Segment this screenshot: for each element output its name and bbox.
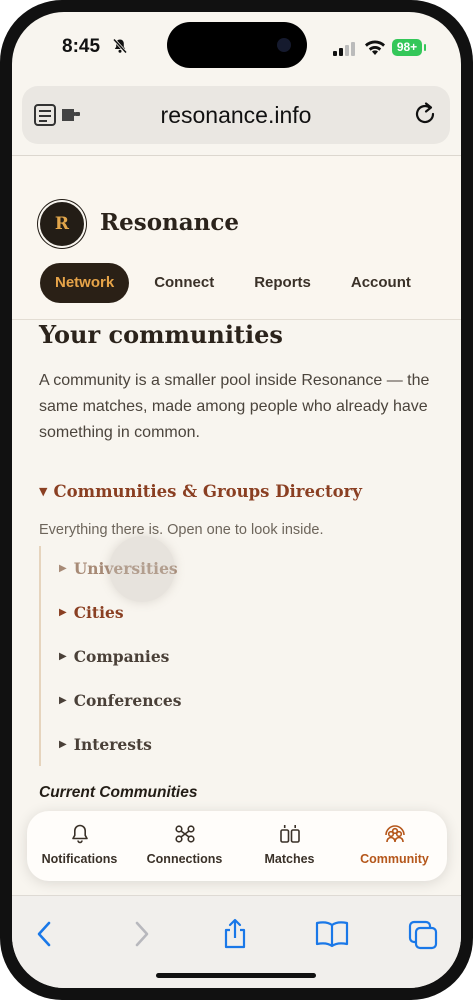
matches-icon [279,825,300,843]
intro-text: A community is a smaller pool inside Res… [39,372,430,441]
directory-item-universities[interactable]: ▶ Universities [39,546,434,590]
nav-community[interactable]: Community [342,811,447,881]
directory-item-cities[interactable]: ▶ Cities [39,590,434,634]
brand-name[interactable]: Resonance [100,209,239,236]
dynamic-island [167,22,307,68]
nav-matches[interactable]: Matches [237,811,342,881]
directory-item-label: Cities [73,602,124,622]
share-icon[interactable] [220,918,250,950]
bookmarks-icon[interactable] [314,918,350,950]
nav-notifications[interactable]: Notifications [27,811,132,881]
screen: 8:45 98+ resonance.info R Resonance Netw… [12,12,461,988]
nav-label: Connections [146,852,223,866]
phone-frame: 8:45 98+ resonance.info R Resonance Netw… [0,0,473,1000]
caret-right-icon: ▶ [59,738,67,750]
directory-item-companies[interactable]: ▶ Companies [39,634,434,678]
caret-right-icon: ▶ [59,694,67,706]
directory-title: Communities & Groups Directory [53,482,362,501]
bottom-nav: Notifications Connections Matches Commun… [27,811,447,881]
page-title: Your communities [39,320,283,349]
status-time: 8:45 [62,36,101,57]
tab-reports[interactable]: Reports [239,263,326,303]
directory-subtitle: Everything there is. Open one to look in… [39,522,324,538]
battery-indicator: 98+ [392,39,426,56]
back-icon[interactable] [30,918,60,950]
forward-icon[interactable] [126,918,156,950]
url-text[interactable]: resonance.info [22,102,450,129]
reload-icon[interactable] [412,101,438,127]
caret-right-icon: ▶ [59,562,67,574]
caret-right-icon: ▶ [59,650,67,662]
touch-indicator [109,536,175,602]
nav-label: Matches [264,852,315,866]
logo[interactable]: R [40,202,84,246]
home-indicator [156,973,316,978]
directory-list: ▶ Universities ▶ Cities ▶ Companies ▶ Confer… [39,536,434,766]
wifi-icon [365,40,385,55]
nav-label: Community [360,852,429,866]
caret-down-icon: ▼ [39,485,48,498]
tab-connect[interactable]: Connect [139,263,229,303]
address-bar[interactable]: resonance.info [22,86,450,144]
community-icon [384,825,405,843]
directory-toggle[interactable]: ▼ Communities & Groups Directory [39,482,362,501]
bell-slash-icon [112,38,128,54]
tab-network[interactable]: Network [40,263,130,303]
current-communities-heading: Current Communities [39,784,198,801]
directory-item-interests[interactable]: ▶ Interests [39,722,434,766]
directory-item-label: Conferences [73,690,182,710]
tab-account[interactable]: Account [336,263,426,303]
directory-item-label: Interests [73,734,152,754]
nav-label: Notifications [41,852,118,866]
connections-icon [174,825,195,843]
nav-connections[interactable]: Connections [132,811,237,881]
directory-item-conferences[interactable]: ▶ Conferences [39,678,434,722]
directory-item-label: Companies [73,646,170,666]
cellular-signal-icon [333,42,355,56]
camera-dot [277,38,291,52]
main-tabs: Network Connect Reports Account [40,263,436,303]
caret-right-icon: ▶ [59,606,67,618]
site-header: R Resonance Network Connect Reports Acco… [12,156,461,320]
bell-icon [71,824,88,844]
tabs-icon[interactable] [408,918,438,950]
status-bar: 8:45 98+ [12,12,461,82]
